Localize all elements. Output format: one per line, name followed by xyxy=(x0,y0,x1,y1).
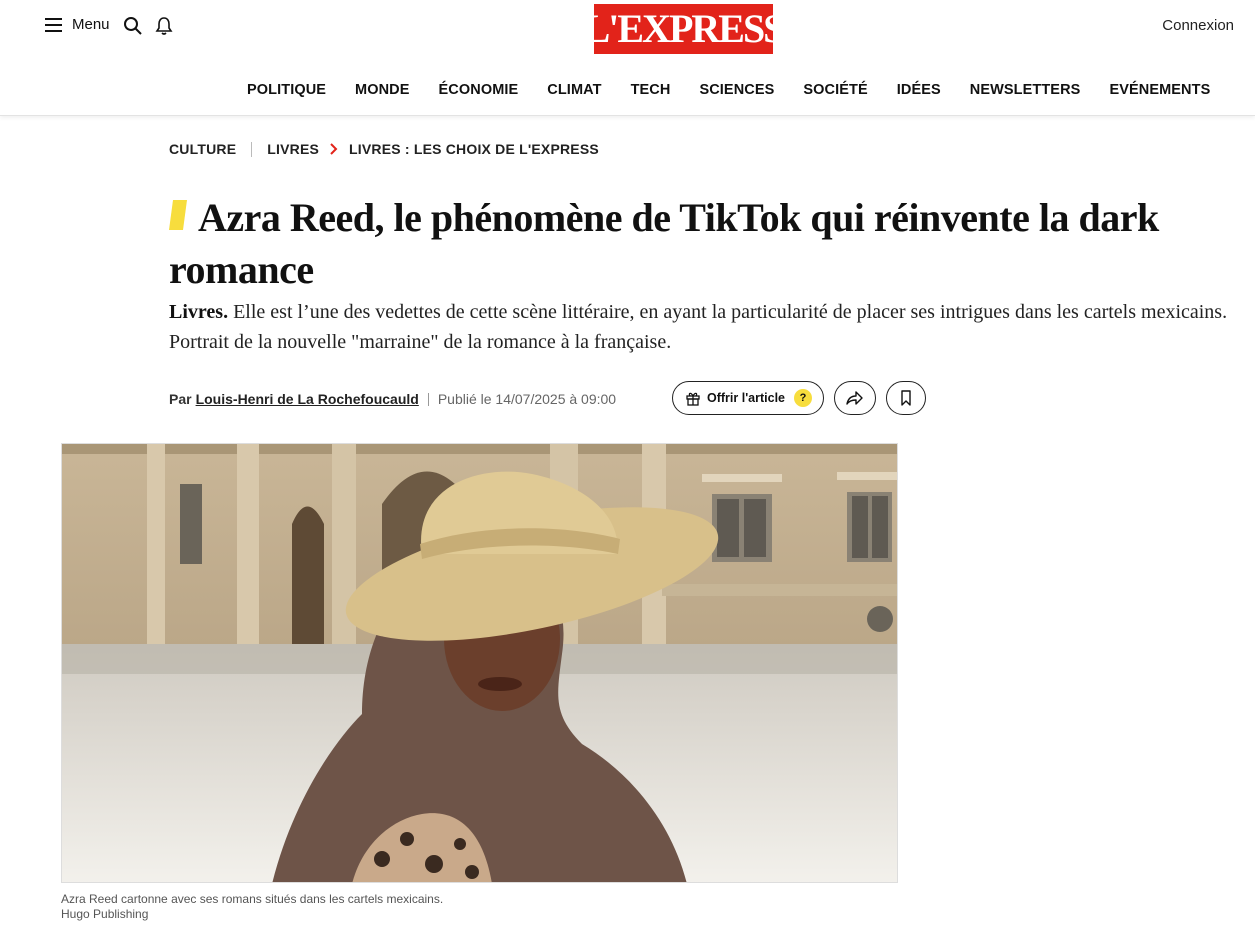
byline-separator xyxy=(427,392,429,406)
offer-article-button[interactable]: Offrir l'article ? xyxy=(672,381,824,415)
bookmark-button[interactable] xyxy=(886,381,926,415)
nav-item-monde[interactable]: MONDE xyxy=(355,82,409,98)
menu-label: Menu xyxy=(72,15,110,33)
search-icon[interactable] xyxy=(123,16,143,36)
author-link[interactable]: Louis-Henri de La Rochefoucauld xyxy=(196,391,419,407)
nav-item-idees[interactable]: IDÉES xyxy=(897,82,941,98)
offer-article-label: Offrir l'article xyxy=(707,391,785,405)
share-button[interactable] xyxy=(834,381,876,415)
login-link[interactable]: Connexion xyxy=(1162,17,1234,34)
portrait-illustration xyxy=(62,444,897,882)
nav-item-evenements[interactable]: EVÉNEMENTS xyxy=(1109,82,1210,98)
byline: Par Louis-Henri de La Rochefoucauld Publ… xyxy=(169,391,616,407)
nav-item-climat[interactable]: CLIMAT xyxy=(547,82,601,98)
byline-prefix: Par xyxy=(169,391,192,407)
publish-date: Publié le 14/07/2025 à 09:00 xyxy=(437,391,617,407)
lede-text: Elle est l’une des vedettes de cette scè… xyxy=(169,301,1228,353)
breadcrumb: CULTURE LIVRES LIVRES : LES CHOIX DE L'E… xyxy=(169,141,599,157)
share-icon xyxy=(846,391,863,405)
photo-credit: Hugo Publishing xyxy=(61,907,149,921)
nav-item-societe[interactable]: SOCIÉTÉ xyxy=(803,82,867,98)
site-logo[interactable]: L'EXPRESS xyxy=(584,4,785,54)
main-nav: POLITIQUE MONDE ÉCONOMIE CLIMAT TECH SCI… xyxy=(247,82,1210,98)
breadcrumb-culture[interactable]: CULTURE xyxy=(169,141,236,157)
photo-caption: Azra Reed cartonne avec ses romans situé… xyxy=(61,892,443,922)
chevron-right-icon xyxy=(330,143,338,155)
nav-item-politique[interactable]: POLITIQUE xyxy=(247,82,326,98)
bookmark-icon xyxy=(901,390,911,406)
article-title-block: Azra Reed, le phénomène de TikTok qui ré… xyxy=(169,192,1219,296)
lede-kicker: Livres. xyxy=(169,301,229,323)
article-photo xyxy=(61,443,898,883)
article-title: Azra Reed, le phénomène de TikTok qui ré… xyxy=(169,195,1159,292)
caption-text: Azra Reed cartonne avec ses romans situé… xyxy=(61,892,444,906)
nav-item-newsletters[interactable]: NEWSLETTERS xyxy=(970,82,1081,98)
site-header: Menu L'EXPRESS Connexion POLITIQUE MONDE… xyxy=(0,0,1255,116)
menu-button[interactable]: Menu xyxy=(44,14,110,34)
nav-item-economie[interactable]: ÉCONOMIE xyxy=(439,82,519,98)
hamburger-icon xyxy=(45,18,62,32)
breadcrumb-separator xyxy=(251,141,253,157)
gift-icon xyxy=(686,392,700,406)
bell-icon[interactable] xyxy=(154,16,174,36)
nav-item-sciences[interactable]: SCIENCES xyxy=(699,82,774,98)
breadcrumb-choix[interactable]: LIVRES : LES CHOIX DE L'EXPRESS xyxy=(349,141,599,157)
nav-item-tech[interactable]: TECH xyxy=(631,82,671,98)
article-lede: Livres. Elle est l’une des vedettes de c… xyxy=(169,297,1229,357)
title-accent-mark xyxy=(169,200,187,230)
help-badge[interactable]: ? xyxy=(794,389,812,407)
breadcrumb-livres[interactable]: LIVRES xyxy=(267,141,319,157)
